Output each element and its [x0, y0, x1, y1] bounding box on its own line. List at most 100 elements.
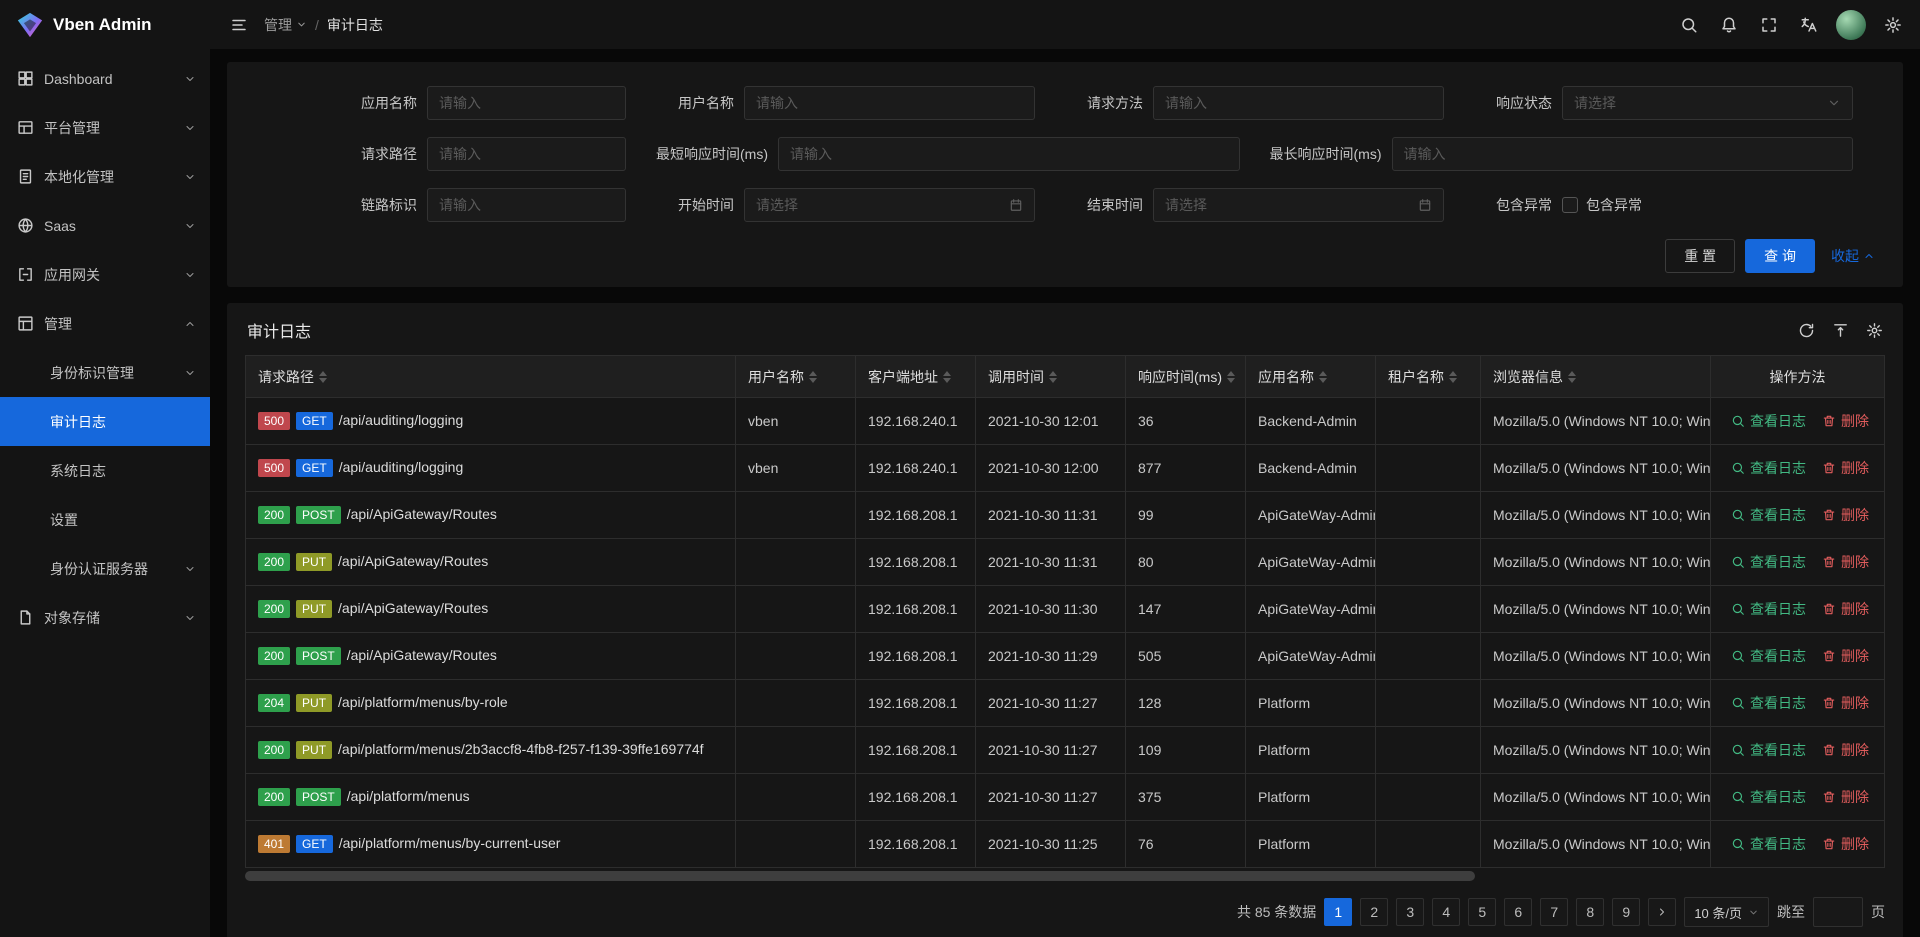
sidebar-item-object-storage[interactable]: 对象存储: [0, 593, 210, 642]
refresh-button[interactable]: [1798, 322, 1815, 339]
caret-up-icon: [1568, 371, 1576, 376]
column-header-time[interactable]: 调用时间: [976, 356, 1126, 398]
delete-link[interactable]: 删除: [1822, 505, 1869, 525]
sidebar-item-identity[interactable]: 身份标识管理: [0, 348, 210, 397]
reset-button[interactable]: 重 置: [1665, 239, 1735, 273]
app-name-input[interactable]: [427, 86, 626, 120]
delete-link[interactable]: 删除: [1822, 740, 1869, 760]
sidebar-item-app-gateway[interactable]: 应用网关: [0, 250, 210, 299]
column-header-user[interactable]: 用户名称: [736, 356, 856, 398]
view-log-link[interactable]: 查看日志: [1731, 646, 1806, 666]
delete-label: 删除: [1841, 740, 1869, 760]
status-code-badge: 500: [258, 412, 290, 430]
view-log-link[interactable]: 查看日志: [1731, 740, 1806, 760]
column-header-duration[interactable]: 响应时间(ms): [1126, 356, 1246, 398]
fullscreen-icon: [1760, 16, 1778, 34]
query-button[interactable]: 查 询: [1745, 239, 1815, 273]
delete-link[interactable]: 删除: [1822, 646, 1869, 666]
column-header-browser[interactable]: 浏览器信息: [1481, 356, 1711, 398]
request-path-text: /api/platform/menus: [347, 788, 470, 804]
collapse-filter-link[interactable]: 收起: [1831, 246, 1875, 266]
page-button-4[interactable]: 4: [1432, 898, 1460, 926]
sidebar-item-platform[interactable]: 平台管理: [0, 103, 210, 152]
caret-up-icon: [943, 371, 951, 376]
next-page-button[interactable]: [1648, 898, 1676, 926]
sidebar-item-auth-server[interactable]: 身份认证服务器: [0, 544, 210, 593]
page-button-1[interactable]: 1: [1324, 898, 1352, 926]
row-height-button[interactable]: [1832, 322, 1849, 339]
notifications-button[interactable]: [1712, 8, 1746, 42]
caret-down-icon: [1049, 378, 1057, 383]
cell-tenant-name: [1376, 633, 1481, 680]
sidebar-item-localization[interactable]: 本地化管理: [0, 152, 210, 201]
column-header-path[interactable]: 请求路径: [246, 356, 736, 398]
page-size-select[interactable]: 10 条/页: [1684, 897, 1769, 927]
scrollbar-thumb[interactable]: [245, 871, 1475, 881]
delete-link[interactable]: 删除: [1822, 834, 1869, 854]
delete-link[interactable]: 删除: [1822, 458, 1869, 478]
page-button-7[interactable]: 7: [1540, 898, 1568, 926]
page-button-8[interactable]: 8: [1576, 898, 1604, 926]
table-row: 401GET/api/platform/menus/by-current-use…: [246, 821, 1885, 868]
view-log-link[interactable]: 查看日志: [1731, 599, 1806, 619]
language-button[interactable]: [1792, 8, 1826, 42]
breadcrumb-root[interactable]: 管理: [264, 15, 307, 35]
table-header-row: 请求路径用户名称客户端地址调用时间响应时间(ms)应用名称租户名称浏览器信息操作…: [246, 356, 1885, 398]
max-response-time-input[interactable]: [1392, 137, 1854, 171]
cell-call-time: 2021-10-30 12:01: [976, 398, 1126, 445]
page-button-3[interactable]: 3: [1396, 898, 1424, 926]
request-method-input[interactable]: [1153, 86, 1444, 120]
view-log-link[interactable]: 查看日志: [1731, 411, 1806, 431]
sidebar-item-audit-log[interactable]: 审计日志: [0, 397, 210, 446]
page-button-5[interactable]: 5: [1468, 898, 1496, 926]
start-time-picker[interactable]: 请选择: [744, 188, 1035, 222]
delete-link[interactable]: 删除: [1822, 787, 1869, 807]
response-status-select[interactable]: 请选择: [1562, 86, 1853, 120]
sort-icon: [1049, 371, 1057, 383]
user-avatar[interactable]: [1836, 10, 1866, 40]
sidebar-item-label: 身份认证服务器: [50, 559, 174, 579]
column-header-client[interactable]: 客户端地址: [856, 356, 976, 398]
request-path-input[interactable]: [427, 137, 626, 171]
view-log-link[interactable]: 查看日志: [1731, 693, 1806, 713]
min-response-time-input[interactable]: [778, 137, 1240, 171]
search-button[interactable]: [1672, 8, 1706, 42]
trace-id-input[interactable]: [427, 188, 626, 222]
page-button-6[interactable]: 6: [1504, 898, 1532, 926]
view-log-link[interactable]: 查看日志: [1731, 834, 1806, 854]
app-logo[interactable]: Vben Admin: [0, 0, 210, 50]
view-log-link[interactable]: 查看日志: [1731, 505, 1806, 525]
sidebar-item-settings[interactable]: 设置: [0, 495, 210, 544]
view-log-link[interactable]: 查看日志: [1731, 552, 1806, 572]
jump-page-input[interactable]: [1813, 897, 1863, 927]
view-log-link[interactable]: 查看日志: [1731, 787, 1806, 807]
delete-link[interactable]: 删除: [1822, 599, 1869, 619]
column-settings-button[interactable]: [1866, 322, 1883, 339]
delete-link[interactable]: 删除: [1822, 693, 1869, 713]
sidebar-item-manage[interactable]: 管理: [0, 299, 210, 348]
table-title: 审计日志: [247, 318, 311, 342]
delete-link[interactable]: 删除: [1822, 411, 1869, 431]
sidebar-item-dashboard[interactable]: Dashboard: [0, 54, 210, 103]
table-row: 200PUT/api/platform/menus/2b3accf8-4fb8-…: [246, 727, 1885, 774]
view-log-link[interactable]: 查看日志: [1731, 458, 1806, 478]
sidebar-item-system-log[interactable]: 系统日志: [0, 446, 210, 495]
settings-button[interactable]: [1876, 8, 1910, 42]
column-header-app[interactable]: 应用名称: [1246, 356, 1376, 398]
include-exception-checkbox[interactable]: [1562, 197, 1578, 213]
sidebar-item-saas[interactable]: Saas: [0, 201, 210, 250]
user-name-input[interactable]: [744, 86, 1035, 120]
horizontal-scrollbar[interactable]: [245, 871, 1885, 881]
column-header-tenant[interactable]: 租户名称: [1376, 356, 1481, 398]
cell-response-time: 76: [1126, 821, 1246, 868]
page-button-9[interactable]: 9: [1612, 898, 1640, 926]
status-code-badge: 200: [258, 600, 290, 618]
fullscreen-button[interactable]: [1752, 8, 1786, 42]
end-time-picker[interactable]: 请选择: [1153, 188, 1444, 222]
gateway-icon: [17, 266, 34, 283]
request-path-text: /api/ApiGateway/Routes: [347, 506, 497, 522]
caret-up-icon: [1319, 371, 1327, 376]
sidebar-toggle-button[interactable]: [222, 8, 256, 42]
delete-link[interactable]: 删除: [1822, 552, 1869, 572]
page-button-2[interactable]: 2: [1360, 898, 1388, 926]
